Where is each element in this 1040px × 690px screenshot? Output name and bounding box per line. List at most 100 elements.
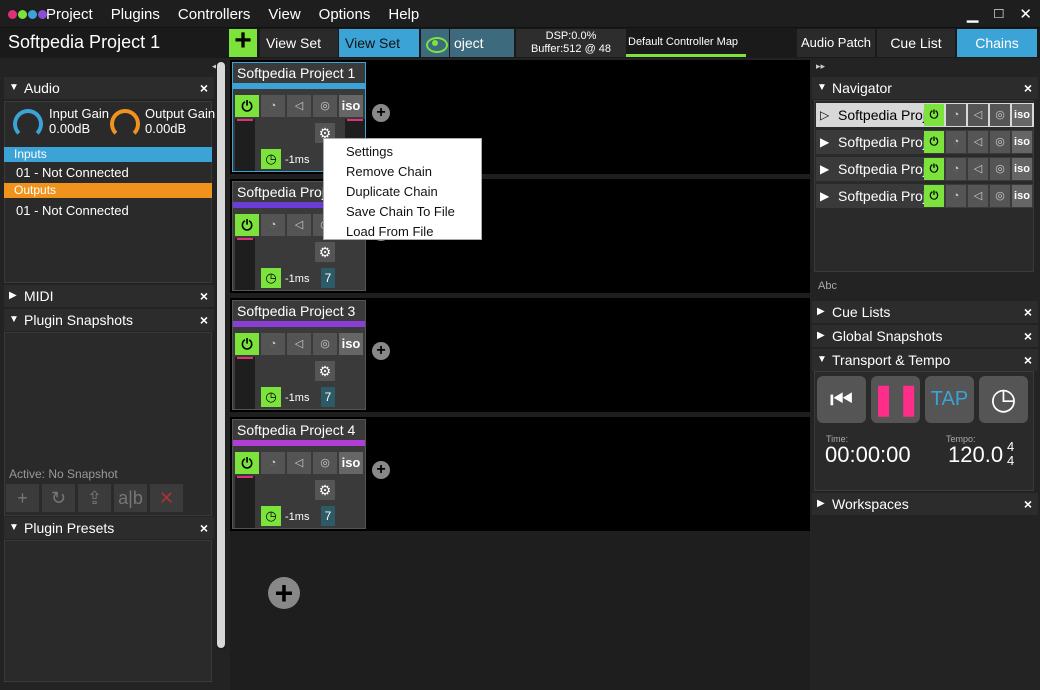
iso-button[interactable]: iso xyxy=(1012,158,1032,180)
speaker-icon[interactable]: ◁ xyxy=(287,333,311,355)
headphones-icon[interactable]: ◎ xyxy=(313,333,337,355)
chain-strip[interactable]: Softpedia Project 3 ⏻ ◔ ◁ ◎ iso ⚙ ◷ -1ms… xyxy=(232,300,366,410)
menu-project[interactable]: Project xyxy=(46,6,93,23)
monitor-icon[interactable]: ◔ xyxy=(261,95,285,117)
add-plugin-icon[interactable]: + xyxy=(372,461,390,479)
power-icon[interactable]: ⏻ xyxy=(235,214,259,236)
monitor-icon[interactable]: ◔ xyxy=(946,104,966,126)
monitor-icon[interactable]: ◔ xyxy=(946,185,966,207)
clock-icon[interactable]: ◷ xyxy=(261,387,281,407)
close-icon[interactable]: × xyxy=(200,77,208,99)
audio-panel-header[interactable]: ▼ Audio × xyxy=(4,77,214,99)
redo-snapshot-icon[interactable]: ↻ xyxy=(42,484,75,512)
close-icon[interactable]: × xyxy=(1024,325,1032,347)
headphones-icon[interactable]: ◎ xyxy=(990,104,1010,126)
tab-view-set-1[interactable]: View Set 11 xyxy=(260,29,338,82)
transport-panel-header[interactable]: ▼ Transport & Tempo × xyxy=(812,349,1038,371)
nav-item[interactable]: ▶ Softpedia Project 4 ⏻◔◁◎iso xyxy=(816,184,1034,208)
monitor-icon[interactable]: ◔ xyxy=(261,333,285,355)
speaker-icon[interactable]: ◁ xyxy=(968,185,988,207)
clock-icon[interactable]: ◷ xyxy=(979,376,1028,423)
close-icon[interactable]: × xyxy=(1024,349,1032,371)
close-icon[interactable]: × xyxy=(1024,493,1032,515)
headphones-icon[interactable]: ◎ xyxy=(990,158,1010,180)
gear-icon[interactable]: ⚙ xyxy=(315,480,335,500)
speaker-icon[interactable]: ◁ xyxy=(287,95,311,117)
iso-button[interactable]: iso xyxy=(1012,104,1032,126)
project-view-label[interactable]: oject xyxy=(450,29,514,57)
workspaces-panel-header[interactable]: ▶ Workspaces × xyxy=(812,493,1038,515)
monitor-icon[interactable]: ◔ xyxy=(946,158,966,180)
chains-button[interactable]: Chains xyxy=(957,29,1037,57)
headphones-icon[interactable]: ◎ xyxy=(990,185,1010,207)
menu-item-load-file[interactable]: Load From File xyxy=(324,222,481,242)
collapse-right-icon[interactable]: ▸▸ xyxy=(816,61,825,72)
close-icon[interactable]: × xyxy=(1024,301,1032,323)
menu-item-settings[interactable]: Settings xyxy=(324,142,481,162)
power-icon[interactable]: ⏻ xyxy=(235,452,259,474)
global-snapshots-panel-header[interactable]: ▶ Global Snapshots × xyxy=(812,325,1038,347)
monitor-icon[interactable]: ◔ xyxy=(261,452,285,474)
font-size-label[interactable]: Abc xyxy=(818,280,837,292)
audio-patch-button[interactable]: Audio Patch xyxy=(797,29,875,57)
speaker-icon[interactable]: ◁ xyxy=(968,131,988,153)
iso-button[interactable]: iso xyxy=(339,452,363,474)
input-gain-knob[interactable] xyxy=(13,109,43,139)
scrollbar-thumb[interactable] xyxy=(217,62,225,648)
menu-item-duplicate-chain[interactable]: Duplicate Chain xyxy=(324,182,481,202)
speaker-icon[interactable]: ◁ xyxy=(287,452,311,474)
menu-item-remove-chain[interactable]: Remove Chain xyxy=(324,162,481,182)
menu-item-save-chain[interactable]: Save Chain To File xyxy=(324,202,481,222)
clock-icon[interactable]: ◷ xyxy=(261,506,281,526)
headphones-icon[interactable]: ◎ xyxy=(313,452,337,474)
tab-view-set-2[interactable]: View Set 22 xyxy=(339,29,419,82)
speaker-icon[interactable]: ◁ xyxy=(968,158,988,180)
close-icon[interactable]: × xyxy=(200,517,208,539)
presets-panel-header[interactable]: ▼ Plugin Presets × xyxy=(4,517,214,539)
midi-panel-header[interactable]: ▶ MIDI × xyxy=(4,285,214,307)
add-plugin-icon[interactable]: + xyxy=(372,342,390,360)
iso-button[interactable]: iso xyxy=(339,333,363,355)
chain-strip[interactable]: Softpedia Project 4 ⏻ ◔ ◁ ◎ iso ⚙ ◷ -1ms… xyxy=(232,419,366,529)
speaker-icon[interactable]: ◁ xyxy=(968,104,988,126)
input-connection[interactable]: 01 - Not Connected xyxy=(16,165,129,180)
power-icon[interactable]: ⏻ xyxy=(924,131,944,153)
nav-item[interactable]: ▶ Softpedia Project 3 ⏻◔◁◎iso xyxy=(816,157,1034,181)
close-icon[interactable]: × xyxy=(200,285,208,307)
gear-icon[interactable]: ⚙ xyxy=(315,361,335,381)
tempo-value[interactable]: 120.0 xyxy=(948,442,1003,468)
clock-icon[interactable]: ◷ xyxy=(261,149,281,169)
menu-view[interactable]: View xyxy=(268,6,300,23)
menu-options[interactable]: Options xyxy=(319,6,371,23)
menu-controllers[interactable]: Controllers xyxy=(178,6,251,23)
minimize-icon[interactable]: ▁ xyxy=(967,5,979,23)
monitor-icon[interactable]: ◔ xyxy=(261,214,285,236)
left-scrollbar[interactable] xyxy=(216,60,226,650)
monitor-icon[interactable]: ◔ xyxy=(946,131,966,153)
add-chain-icon[interactable]: + xyxy=(268,577,300,609)
output-connection[interactable]: 01 - Not Connected xyxy=(16,203,129,218)
gear-icon[interactable]: ⚙ xyxy=(315,242,335,262)
iso-button[interactable]: iso xyxy=(339,95,363,117)
add-plugin-icon[interactable]: + xyxy=(372,104,390,122)
output-gain-knob[interactable] xyxy=(110,109,140,139)
delete-snapshot-icon[interactable]: ✕ xyxy=(150,484,183,512)
speaker-icon[interactable]: ◁ xyxy=(287,214,311,236)
menu-help[interactable]: Help xyxy=(388,6,419,23)
pause-icon[interactable]: ❚❚ xyxy=(871,376,921,423)
close-icon[interactable]: × xyxy=(200,309,208,331)
clock-icon[interactable]: ◷ xyxy=(261,268,281,288)
time-signature[interactable]: 4 4 xyxy=(1007,440,1014,468)
close-icon[interactable]: × xyxy=(1024,77,1032,99)
snapshots-panel-header[interactable]: ▼ Plugin Snapshots × xyxy=(4,309,214,331)
eye-icon[interactable] xyxy=(421,29,449,57)
export-snapshot-icon[interactable]: ⇪ xyxy=(78,484,111,512)
tap-tempo-button[interactable]: TAP xyxy=(925,376,974,423)
headphones-icon[interactable]: ◎ xyxy=(990,131,1010,153)
controller-map-button[interactable]: Default Controller Map xyxy=(626,29,746,57)
add-snapshot-icon[interactable]: + xyxy=(6,484,39,512)
cue-list-button[interactable]: Cue List xyxy=(877,29,955,57)
add-set-button[interactable]: + xyxy=(229,26,257,57)
rename-snapshot-icon[interactable]: a|b xyxy=(114,484,147,512)
navigator-panel-header[interactable]: ▼ Navigator × xyxy=(812,77,1038,99)
